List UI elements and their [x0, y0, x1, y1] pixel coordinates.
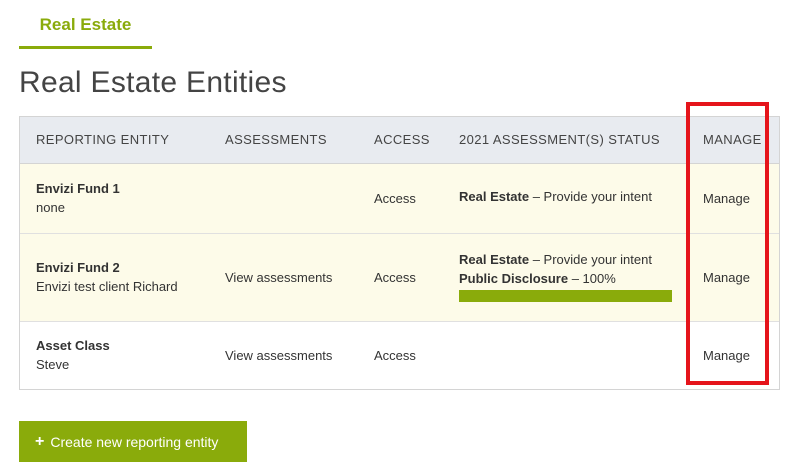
header-reporting-entity: REPORTING ENTITY	[20, 117, 209, 164]
access-link[interactable]: Access	[374, 191, 416, 206]
create-entity-label: Create new reporting entity	[50, 433, 219, 450]
table-row: Asset Class Steve View assessments Acces…	[20, 321, 779, 389]
view-assessments-link[interactable]: View assessments	[225, 270, 332, 285]
tab-bar: Real Estate	[19, 0, 152, 49]
entities-table: REPORTING ENTITY ASSESSMENTS ACCESS 2021…	[19, 116, 780, 390]
entity-subtitle: Steve	[36, 357, 70, 373]
progress-bar-fill	[459, 290, 672, 302]
status-cell	[443, 321, 687, 389]
header-access: ACCESS	[358, 117, 443, 164]
entity-subtitle: Envizi test client Richard	[36, 279, 178, 294]
view-assessments-link[interactable]: View assessments	[225, 348, 332, 363]
access-link[interactable]: Access	[374, 348, 416, 363]
manage-link[interactable]: Manage	[703, 270, 750, 285]
manage-cell: Manage	[687, 321, 779, 389]
entity-name: Asset Class	[36, 338, 110, 354]
header-assessments: ASSESSMENTS	[209, 117, 358, 164]
access-cell: Access	[358, 321, 443, 389]
manage-cell: Manage	[687, 163, 779, 233]
entity-cell: Envizi Fund 2 Envizi test client Richard	[20, 233, 209, 321]
status-cell: Real Estate – Provide your intent	[443, 163, 687, 233]
manage-link[interactable]: Manage	[703, 191, 750, 206]
header-status: 2021 ASSESSMENT(S) STATUS	[443, 117, 687, 164]
assessments-cell	[209, 163, 358, 233]
header-manage: MANAGE	[687, 117, 779, 164]
table-row: Envizi Fund 1 none Access Real Estate – …	[20, 163, 779, 233]
plus-icon: +	[35, 432, 45, 450]
manage-link[interactable]: Manage	[703, 348, 750, 363]
manage-cell: Manage	[687, 233, 779, 321]
entity-cell: Asset Class Steve	[20, 321, 209, 389]
status-line: Public Disclosure – 100%	[459, 271, 616, 286]
table-row: Envizi Fund 2 Envizi test client Richard…	[20, 233, 779, 321]
access-link[interactable]: Access	[374, 270, 416, 285]
status-cell: Real Estate – Provide your intent Public…	[443, 233, 687, 321]
entity-subtitle: none	[36, 200, 65, 215]
table-header-row: REPORTING ENTITY ASSESSMENTS ACCESS 2021…	[20, 117, 779, 164]
access-cell: Access	[358, 233, 443, 321]
create-entity-button[interactable]: + Create new reporting entity	[19, 421, 247, 462]
entity-name: Envizi Fund 1	[36, 181, 120, 196]
entity-name: Envizi Fund 2	[36, 260, 120, 275]
tab-real-estate[interactable]: Real Estate	[19, 0, 152, 49]
status-line: Real Estate – Provide your intent	[459, 252, 652, 267]
status-line: Real Estate – Provide your intent	[459, 188, 652, 204]
entity-cell: Envizi Fund 1 none	[20, 163, 209, 233]
assessments-cell: View assessments	[209, 321, 358, 389]
assessments-cell: View assessments	[209, 233, 358, 321]
progress-bar	[459, 290, 672, 302]
access-cell: Access	[358, 163, 443, 233]
page-title: Real Estate Entities	[19, 66, 287, 99]
